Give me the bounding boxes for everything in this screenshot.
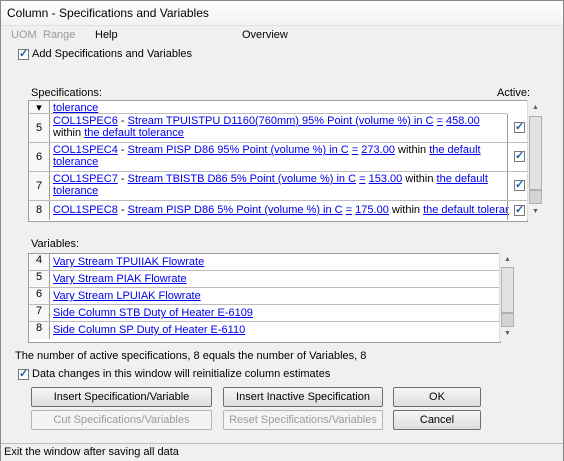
spec-stream-link[interactable]: Stream TBISTB D86 5% Point (volume %) in… [128,173,356,185]
variable-link[interactable]: Vary Stream PIAK Flowrate [53,273,187,285]
variables-grid: 4 Vary Stream TPUIIAK Flowrate 5 Vary St… [28,253,501,343]
spec-row-partial[interactable]: ▾ tolerance [29,101,507,114]
data-changes-checkbox[interactable] [18,367,29,380]
spec-equals-link[interactable]: = [359,173,365,185]
row-number: 6 [29,143,50,171]
variable-row[interactable]: 5 Vary Stream PIAK Flowrate [29,271,500,288]
menu-bar: UOM Range Help Overview [1,27,563,45]
scroll-down-icon[interactable]: ▼ [504,330,511,337]
spec-stream-link[interactable]: Stream PISP D86 5% Point (volume %) in C [128,204,343,216]
title-bar[interactable]: Column - Specifications and Variables [1,1,563,26]
spec-separator: - [120,204,125,216]
scroll-track [529,116,542,190]
ok-button[interactable]: OK [393,387,481,407]
spec-value-link[interactable]: 153.00 [369,173,403,185]
spec-row[interactable]: 7 COL1SPEC7 - Stream TBISTB D86 5% Point… [29,172,527,201]
scroll-up-icon[interactable]: ▲ [532,104,539,111]
spec-stream-link[interactable]: Stream TPUISTPU D1160(760mm) 95% Point (… [128,115,434,127]
row-number: 7 [29,172,50,200]
variable-link[interactable]: Side Column STB Duty of Heater E-6109 [53,307,253,319]
row-number: 7 [29,305,50,321]
cut-specs-variables-button[interactable]: Cut Specifications/Variables [31,410,212,430]
row-number: 6 [29,288,50,304]
data-changes-label: Data changes in this window will reiniti… [32,368,331,380]
spec-tolerance-link[interactable]: the default tolerance [423,204,509,216]
spec-within-text: within [391,204,421,216]
active-header: Active: [497,87,531,99]
spec-stream-link[interactable]: Stream PISP D86 95% Point (volume %) in … [128,144,349,156]
status-bar: Exit the window after saving all data [1,443,563,461]
spec-value-link[interactable]: 458.00 [446,115,480,127]
spec-within-text: within [398,144,427,156]
spec-name-link[interactable]: COL1SPEC6 [53,115,118,127]
spec-row[interactable]: 6 COL1SPEC4 - Stream PISP D86 95% Point … [29,143,527,172]
spec-equals-link[interactable]: = [346,204,352,216]
scroll-track [501,267,514,313]
variable-link[interactable]: Side Column SP Duty of Heater E-6110 [53,324,245,336]
spec-active-checkbox[interactable] [514,149,525,162]
specifications-header: Specifications: [31,87,102,99]
spec-name-link[interactable]: COL1SPEC4 [53,144,118,156]
row-number: ▾ [29,101,50,114]
status-text: Exit the window after saving all data [4,446,179,458]
variable-row[interactable]: 4 Vary Stream TPUIIAK Flowrate [29,254,500,271]
insert-inactive-spec-button[interactable]: Insert Inactive Specification [223,387,383,407]
spec-active-checkbox[interactable] [514,178,525,191]
spec-row[interactable]: 8 COL1SPEC8 - Stream PISP D86 5% Point (… [29,201,527,220]
variable-row[interactable]: 6 Vary Stream LPUIAK Flowrate [29,288,500,305]
add-specs-label: Add Specifications and Variables [32,48,193,60]
scroll-down-icon[interactable]: ▼ [532,208,539,215]
spec-name-link[interactable]: COL1SPEC7 [53,173,118,185]
row-number: 4 [29,254,50,270]
specifications-grid: ▾ tolerance 5 COL1SPEC6 - Stream TPUISTP… [28,100,528,222]
reset-specs-variables-button[interactable]: Reset Specifications/Variables [223,410,383,430]
spec-within-text: within [53,127,82,139]
menu-range[interactable]: Range [43,29,75,41]
variable-link[interactable]: Vary Stream TPUIIAK Flowrate [53,256,204,268]
menu-help[interactable]: Help [95,29,118,41]
spec-active-checkbox[interactable] [514,120,525,133]
spec-partial-tolerance-link[interactable]: tolerance [53,102,98,114]
scroll-thumb[interactable] [501,313,514,327]
spec-equals-link[interactable]: = [437,115,443,127]
spec-row[interactable]: 5 COL1SPEC6 - Stream TPUISTPU D1160(760m… [29,114,527,143]
spec-name-link[interactable]: COL1SPEC8 [53,204,118,216]
variables-scrollbar[interactable]: ▲ ▼ [499,253,516,341]
row-number: 8 [29,201,50,220]
menu-overview[interactable]: Overview [242,29,288,41]
spec-within-text: within [405,173,434,185]
spec-value-link[interactable]: 273.00 [361,144,395,156]
spec-separator: - [120,173,125,185]
variable-row[interactable]: 8 Side Column SP Duty of Heater E-6110 [29,322,500,339]
specifications-scrollbar[interactable]: ▲ ▼ [527,100,544,220]
row-number: 5 [29,271,50,287]
row-number: 5 [29,114,50,142]
scroll-thumb[interactable] [529,190,542,204]
dialog-window: Column - Specifications and Variables UO… [0,0,564,461]
spec-tolerance-link[interactable]: the default tolerance [84,127,184,139]
spec-separator: - [120,144,125,156]
window-title: Column - Specifications and Variables [7,6,209,20]
row-number: 8 [29,322,50,339]
variable-link[interactable]: Vary Stream LPUIAK Flowrate [53,290,201,302]
spec-active-checkbox[interactable] [514,203,525,216]
variables-header: Variables: [31,238,80,250]
cancel-button[interactable]: Cancel [393,410,481,430]
insert-spec-variable-button[interactable]: Insert Specification/Variable [31,387,212,407]
info-text: The number of active specifications, 8 e… [15,350,367,362]
spec-equals-link[interactable]: = [352,144,358,156]
scroll-up-icon[interactable]: ▲ [504,256,511,263]
add-specs-checkbox[interactable] [18,47,29,60]
spec-value-link[interactable]: 175.00 [355,204,389,216]
spec-separator: - [120,115,125,127]
menu-uom[interactable]: UOM [11,29,37,41]
variable-row[interactable]: 7 Side Column STB Duty of Heater E-6109 [29,305,500,322]
